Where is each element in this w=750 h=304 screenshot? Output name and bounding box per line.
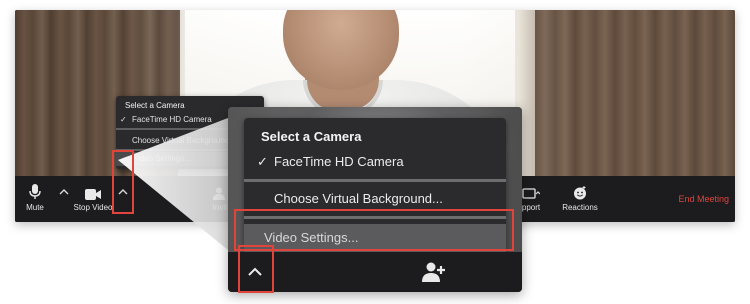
zoomed-menu-item-virtual-background[interactable]: Choose Virtual Background...: [274, 191, 443, 206]
zoomed-menu-item-facetime-camera[interactable]: FaceTime HD Camera: [274, 154, 404, 169]
stop-video-button[interactable]: Stop Video: [71, 176, 115, 222]
zoomed-caret-highlight-box: [238, 245, 274, 293]
screen-share-icon: [522, 188, 540, 199]
zoomed-menu-title: Select a Camera: [261, 129, 362, 144]
zoomed-add-user-icon[interactable]: [422, 262, 446, 282]
video-settings-highlight-box: [234, 209, 514, 251]
menu-item-facetime-camera[interactable]: FaceTime HD Camera: [132, 115, 212, 124]
caret-highlight-box: [112, 150, 134, 214]
zoomed-menu-separator: [244, 179, 506, 182]
reactions-label: Reactions: [562, 203, 598, 212]
mute-label: Mute: [26, 203, 44, 212]
add-user-icon: [213, 187, 225, 200]
video-camera-icon: [85, 189, 101, 200]
microphone-icon: [29, 184, 41, 199]
mute-button[interactable]: Mute: [21, 176, 49, 222]
invite-label: Invit: [212, 203, 228, 212]
checkmark-icon: ✓: [120, 115, 127, 124]
reactions-button[interactable]: Reactions: [560, 176, 600, 222]
checkmark-icon: ✓: [257, 154, 268, 169]
smiley-icon: [574, 186, 586, 200]
menu-item-video-settings[interactable]: ideo Settings...: [138, 154, 191, 163]
support-label: pport: [521, 203, 541, 212]
end-meeting-button[interactable]: End Meeting: [678, 194, 729, 204]
camera-menu-title: Select a Camera: [125, 101, 185, 110]
caret-up-icon[interactable]: [59, 187, 69, 197]
menu-item-virtual-background[interactable]: Choose Virtual Background...: [132, 136, 236, 145]
stop-video-label: Stop Video: [73, 203, 113, 212]
